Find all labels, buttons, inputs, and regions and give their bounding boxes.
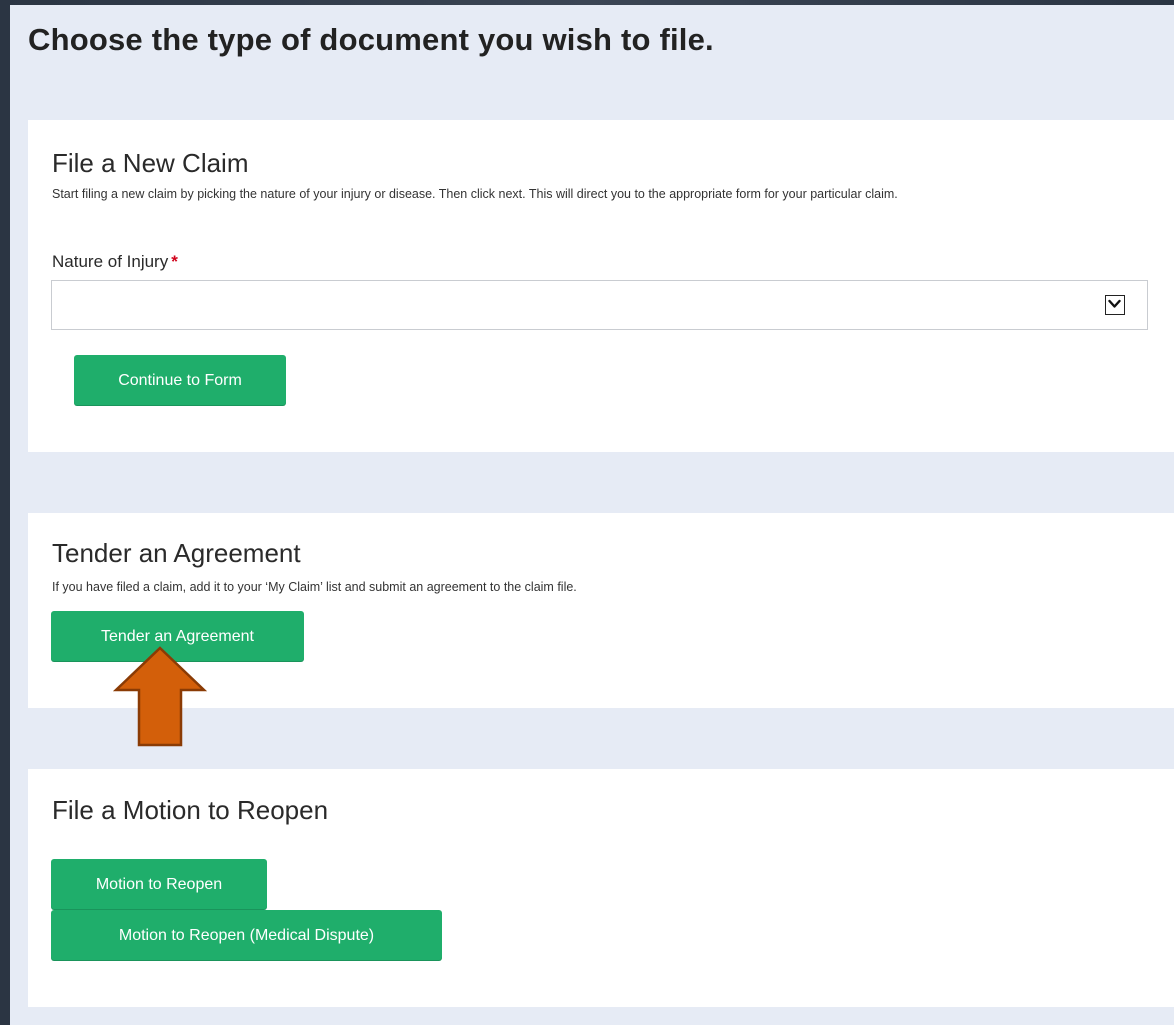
tender-agreement-title: Tender an Agreement — [52, 538, 301, 568]
continue-to-form-button[interactable]: Continue to Form — [74, 355, 286, 406]
motion-to-reopen-card: File a Motion to Reopen Motion to Reopen… — [28, 769, 1174, 1007]
new-claim-card: File a New Claim Start filing a new clai… — [28, 120, 1174, 452]
required-indicator: * — [171, 252, 178, 271]
nature-of-injury-label: Nature of Injury * — [52, 252, 178, 272]
new-claim-title: File a New Claim — [52, 148, 249, 178]
up-arrow-icon — [113, 646, 208, 747]
motion-to-reopen-button[interactable]: Motion to Reopen — [51, 859, 267, 910]
nature-of-injury-label-text: Nature of Injury — [52, 252, 169, 271]
chevron-down-icon[interactable] — [1105, 295, 1125, 315]
tender-agreement-description: If you have filed a claim, add it to you… — [52, 580, 577, 594]
new-claim-description: Start filing a new claim by picking the … — [52, 187, 898, 201]
motion-to-reopen-medical-button[interactable]: Motion to Reopen (Medical Dispute) — [51, 910, 442, 961]
motion-to-reopen-title: File a Motion to Reopen — [52, 795, 329, 825]
nature-of-injury-select[interactable] — [51, 280, 1148, 330]
page-title: Choose the type of document you wish to … — [28, 22, 714, 57]
